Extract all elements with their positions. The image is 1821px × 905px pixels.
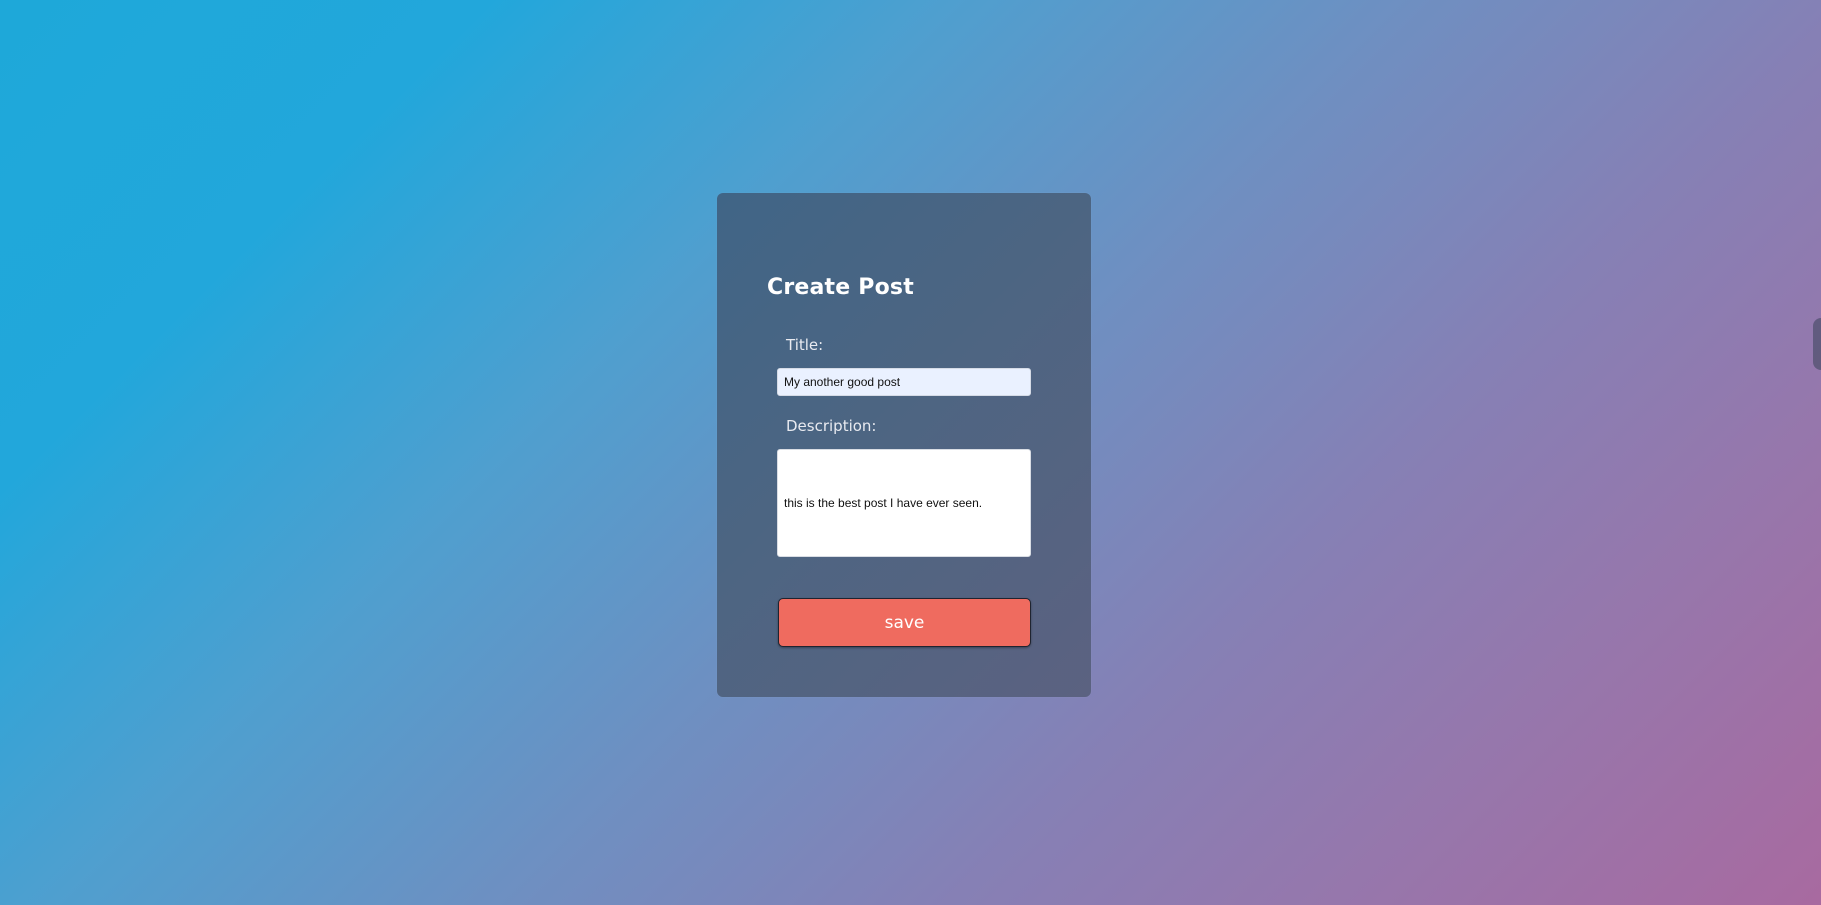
- side-scroll-tab[interactable]: [1813, 318, 1821, 370]
- save-button[interactable]: save: [778, 598, 1031, 647]
- title-label: Title:: [786, 336, 824, 354]
- create-post-card: Create Post Title: Description: this is …: [717, 193, 1091, 697]
- description-textarea[interactable]: this is the best post I have ever seen.: [777, 449, 1031, 557]
- page-title: Create Post: [767, 275, 914, 300]
- title-input[interactable]: [777, 368, 1031, 396]
- description-label: Description:: [786, 417, 877, 435]
